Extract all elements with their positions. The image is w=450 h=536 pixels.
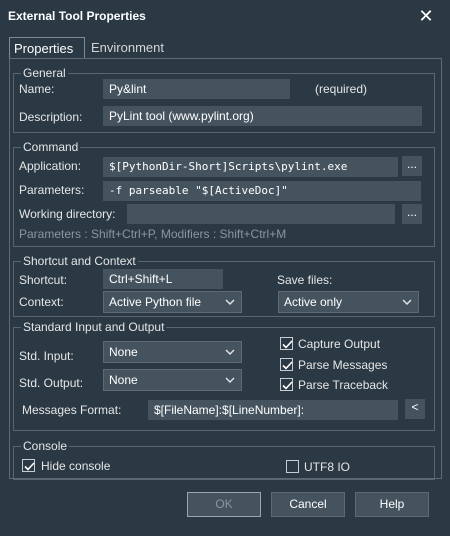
checkmark-icon [282,361,293,370]
std-input-label: Std. Input: [19,349,74,363]
capture-output-checkbox[interactable] [280,337,293,350]
context-select[interactable]: Active Python file [103,291,242,313]
working-directory-label: Working directory: [19,207,116,221]
save-files-value: Active only [284,295,343,309]
window-title: External Tool Properties [8,9,146,23]
messages-format-label: Messages Format: [22,403,122,417]
parse-traceback-label[interactable]: Parse Traceback [298,378,388,392]
ok-button[interactable]: OK [187,492,261,517]
utf8-io-label[interactable]: UTF8 IO [304,460,350,474]
checkmark-icon [24,462,35,471]
hide-console-label[interactable]: Hide console [41,459,110,473]
std-input-value: None [109,345,138,359]
chevron-down-icon [225,377,235,383]
save-files-label: Save files: [277,273,333,287]
console-legend: Console [21,439,70,453]
name-field[interactable]: Py&lint [103,79,290,99]
working-directory-browse-button[interactable]: ... [402,204,422,224]
command-legend: Command [21,140,81,154]
checkmark-icon [282,381,293,390]
messages-format-field[interactable]: $[FileName]:$[LineNumber]: [148,400,398,420]
cancel-button[interactable]: Cancel [271,492,345,517]
context-label: Context: [19,295,64,309]
application-browse-button[interactable]: ... [402,156,422,176]
stdio-legend: Standard Input and Output [21,320,167,334]
checkmark-icon [282,340,293,349]
command-hint: Parameters : Shift+Ctrl+P, Modifiers : S… [19,227,287,241]
application-field[interactable]: $[PythonDir-Short]Scripts\pylint.exe [103,157,398,177]
application-label: Application: [19,159,82,173]
utf8-io-checkbox[interactable] [286,460,299,473]
parameters-field[interactable]: -f parseable "$[ActiveDoc]" [103,181,421,201]
tab-environment[interactable]: Environment [87,37,168,59]
parse-traceback-checkbox[interactable] [280,378,293,391]
shortcut-label: Shortcut: [19,273,68,287]
std-output-select[interactable]: None [103,369,242,391]
context-value: Active Python file [109,295,202,309]
parse-messages-label[interactable]: Parse Messages [298,358,387,372]
insert-macro-button[interactable]: < [405,399,425,419]
chevron-down-icon [225,299,235,305]
shortcut-legend: Shortcut and Context [21,254,138,268]
description-field[interactable]: PyLint tool (www.pylint.org) [103,106,422,126]
general-legend: General [21,66,68,80]
shortcut-field[interactable]: Ctrl+Shift+L [103,269,223,289]
std-input-select[interactable]: None [103,341,242,363]
description-label: Description: [19,110,83,124]
tab-properties[interactable]: Properties [9,37,85,59]
hide-console-checkbox[interactable] [22,459,35,472]
parse-messages-checkbox[interactable] [280,358,293,371]
std-output-label: Std. Output: [19,376,84,390]
save-files-select[interactable]: Active only [278,291,419,313]
required-note: (required) [315,82,368,96]
close-icon[interactable]: ✕ [414,4,438,28]
help-button[interactable]: Help [355,492,429,517]
chevron-down-icon [225,349,235,355]
parameters-label: Parameters: [19,183,85,197]
std-output-value: None [109,373,138,387]
working-directory-field[interactable] [127,204,395,224]
name-label: Name: [19,82,55,96]
title-bar: External Tool Properties ✕ [0,0,450,32]
chevron-down-icon [402,299,412,305]
capture-output-label[interactable]: Capture Output [298,337,380,351]
